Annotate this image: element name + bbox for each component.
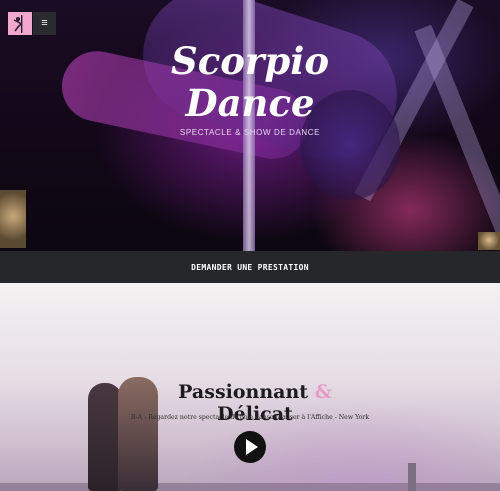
play-video-button[interactable] [234, 431, 266, 463]
video-caption: B-A - Regardez notre spectacle de pole d… [130, 414, 370, 421]
hero-subtitle: SPECTACLE & SHOW DE DANCE [179, 128, 321, 137]
dance-pole [243, 0, 255, 251]
lamp-right [478, 232, 500, 250]
statue-silhouette [408, 463, 416, 491]
hero-title-line1: Scorpio [170, 39, 330, 83]
lamp-left [0, 190, 26, 248]
video-title-word1: Passionnant [178, 381, 309, 403]
city-skyline [0, 483, 500, 491]
cta-label: DEMANDER UNE PRESTATION [191, 262, 309, 272]
pole-dancer-icon [13, 14, 23, 33]
logo-button[interactable] [8, 12, 32, 35]
stage-beam [414, 24, 500, 236]
hero-title-line2: Dance [185, 81, 315, 125]
dancer-silhouette-left [88, 383, 122, 491]
play-icon [246, 439, 258, 455]
menu-button[interactable]: ≡ [33, 12, 56, 35]
hero-title: Scorpio Dance [150, 40, 350, 124]
request-performance-button[interactable]: DEMANDER UNE PRESTATION [0, 251, 500, 283]
video-section: Passionnant & Délicat B-A - Regardez not… [0, 283, 500, 491]
video-title-amp: & [314, 381, 332, 403]
hero-banner: ≡ Scorpio Dance SPECTACLE & SHOW DE DANC… [0, 0, 500, 251]
hamburger-menu-icon: ≡ [41, 17, 48, 29]
